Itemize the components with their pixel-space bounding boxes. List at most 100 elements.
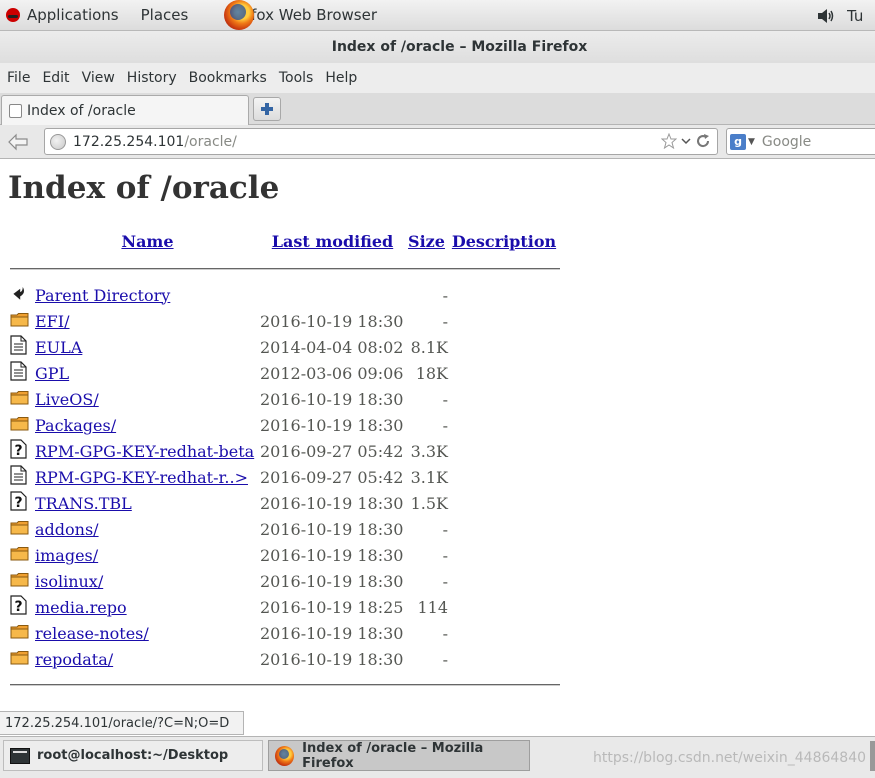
svg-text:?: ? bbox=[14, 443, 22, 459]
sort-by-size-link[interactable]: Size bbox=[408, 232, 445, 251]
row-name-cell: EULA bbox=[35, 334, 260, 360]
entry-link[interactable]: release-notes/ bbox=[35, 624, 149, 643]
row-modified-cell: 2016-10-19 18:30 bbox=[260, 545, 404, 565]
row-modified-cell: 2016-10-19 18:30 bbox=[260, 415, 404, 435]
row-name-cell: isolinux/ bbox=[35, 568, 260, 594]
table-row: repodata/2016-10-19 18:30 - bbox=[10, 646, 560, 672]
url-bar[interactable]: 172.25.254.101/oracle/ bbox=[44, 128, 718, 155]
window-title: Index of /oracle – Mozilla Firefox bbox=[331, 39, 588, 55]
taskbar-terminal-window[interactable]: root@localhost:~/Desktop bbox=[3, 740, 263, 771]
google-engine-icon[interactable]: g bbox=[730, 133, 746, 150]
text-file-icon bbox=[10, 361, 27, 381]
row-icon-cell: ? bbox=[10, 594, 35, 620]
system-tray: Tu bbox=[817, 0, 875, 31]
menu-view[interactable]: View bbox=[82, 70, 115, 86]
taskbar-firefox-window[interactable]: Index of /oracle – Mozilla Firefox bbox=[268, 740, 530, 771]
search-input[interactable] bbox=[761, 133, 875, 150]
folder-icon bbox=[10, 520, 29, 534]
row-modified-cell: 2016-09-27 05:42 bbox=[260, 467, 404, 487]
row-icon-cell bbox=[10, 620, 35, 646]
applications-menu[interactable]: Applications bbox=[0, 0, 119, 31]
entry-link[interactable]: media.repo bbox=[35, 598, 127, 617]
row-name-cell: LiveOS/ bbox=[35, 386, 260, 412]
table-row: EULA 2014-04-04 08:02 8.1K bbox=[10, 334, 560, 360]
sort-by-name-link[interactable]: Name bbox=[121, 232, 173, 251]
menu-tools[interactable]: Tools bbox=[279, 70, 314, 86]
row-name-cell: images/ bbox=[35, 542, 260, 568]
entry-link[interactable]: repodata/ bbox=[35, 650, 113, 669]
row-modified-cell: 2016-10-19 18:30 bbox=[260, 623, 404, 643]
folder-icon bbox=[10, 650, 29, 664]
row-name-cell: media.repo bbox=[35, 594, 260, 620]
entry-link[interactable]: TRANS.TBL bbox=[35, 494, 132, 513]
row-description-cell bbox=[448, 308, 560, 334]
row-size-cell: 114 bbox=[417, 597, 448, 617]
table-row: images/2016-10-19 18:30 - bbox=[10, 542, 560, 568]
tab-index-oracle[interactable]: Index of /oracle bbox=[1, 95, 249, 125]
entry-link[interactable]: EULA bbox=[35, 338, 82, 357]
divider bbox=[10, 684, 560, 686]
row-size-cell: - bbox=[442, 623, 448, 643]
listing-body: Parent Directory - EFI/2016-10-19 18:30 - EU… bbox=[10, 282, 560, 672]
row-name-cell: RPM-GPG-KEY-redhat-r..> bbox=[35, 464, 260, 490]
new-tab-button[interactable] bbox=[253, 97, 281, 121]
volume-icon[interactable] bbox=[817, 8, 835, 24]
entry-link[interactable]: isolinux/ bbox=[35, 572, 103, 591]
entry-link[interactable]: GPL bbox=[35, 364, 69, 383]
row-description-cell bbox=[448, 516, 560, 542]
table-row: RPM-GPG-KEY-redhat-r..> 2016-09-27 05:42 3… bbox=[10, 464, 560, 490]
row-name-cell: TRANS.TBL bbox=[35, 490, 260, 516]
row-icon-cell bbox=[10, 542, 35, 568]
row-description-cell bbox=[448, 542, 560, 568]
row-icon-cell bbox=[10, 412, 35, 438]
globe-icon bbox=[50, 133, 66, 150]
menu-history[interactable]: History bbox=[127, 70, 177, 86]
row-modified-cell bbox=[260, 282, 405, 308]
row-icon-cell bbox=[10, 282, 35, 308]
row-size-cell: - bbox=[442, 571, 448, 591]
row-icon-cell bbox=[10, 646, 35, 672]
page-content: Index of /oracle Name Last modified Size… bbox=[0, 160, 875, 711]
entry-link[interactable]: RPM-GPG-KEY-redhat-r..> bbox=[35, 468, 248, 487]
entry-link[interactable]: RPM-GPG-KEY-redhat-beta bbox=[35, 442, 254, 461]
entry-link[interactable]: LiveOS/ bbox=[35, 390, 99, 409]
user-menu[interactable]: Tu bbox=[847, 7, 875, 25]
entry-link[interactable]: addons/ bbox=[35, 520, 99, 539]
folder-icon bbox=[10, 572, 29, 586]
entry-link[interactable]: Packages/ bbox=[35, 416, 116, 435]
entry-link[interactable]: EFI/ bbox=[35, 312, 70, 331]
menu-help[interactable]: Help bbox=[325, 70, 357, 86]
page-title: Index of /oracle bbox=[8, 170, 280, 206]
svg-text:?: ? bbox=[14, 495, 22, 511]
unknown-file-icon: ? bbox=[10, 439, 27, 459]
row-modified-cell: 2016-10-19 18:30 bbox=[260, 519, 404, 539]
entry-link[interactable]: Parent Directory bbox=[35, 286, 170, 305]
row-size-cell: - bbox=[442, 545, 448, 565]
reload-icon[interactable] bbox=[695, 133, 711, 149]
active-app-menu[interactable]: Firefox Web Browser bbox=[202, 0, 377, 31]
row-description-cell bbox=[448, 464, 560, 490]
bookmark-star-icon[interactable] bbox=[661, 133, 677, 149]
description-column-header: Description bbox=[448, 226, 560, 256]
entry-link[interactable]: images/ bbox=[35, 546, 98, 565]
menu-file[interactable]: File bbox=[7, 70, 30, 86]
search-bar[interactable]: g ▼ bbox=[726, 128, 875, 155]
row-name-cell: GPL bbox=[35, 360, 260, 386]
applications-label: Applications bbox=[27, 6, 119, 24]
sort-by-modified-link[interactable]: Last modified bbox=[272, 232, 393, 251]
row-icon-cell bbox=[10, 464, 35, 490]
chevron-down-icon[interactable]: ▼ bbox=[748, 137, 755, 147]
workspace-indicator[interactable] bbox=[870, 741, 875, 771]
menu-bookmarks[interactable]: Bookmarks bbox=[189, 70, 267, 86]
url-history-dropdown-icon[interactable] bbox=[681, 136, 691, 146]
sort-by-description-link[interactable]: Description bbox=[452, 232, 556, 251]
firefox-icon bbox=[224, 0, 255, 30]
menu-edit[interactable]: Edit bbox=[42, 70, 69, 86]
back-button[interactable] bbox=[5, 130, 31, 154]
row-size-cell: 8.1K bbox=[410, 337, 448, 357]
window-title-bar[interactable]: Index of /oracle – Mozilla Firefox bbox=[0, 31, 875, 63]
table-row: ? TRANS.TBL 2016-10-19 18:30 1.5K bbox=[10, 490, 560, 516]
row-size-cell: - bbox=[442, 285, 448, 305]
places-menu[interactable]: Places bbox=[141, 0, 189, 31]
table-row: Packages/2016-10-19 18:30 - bbox=[10, 412, 560, 438]
